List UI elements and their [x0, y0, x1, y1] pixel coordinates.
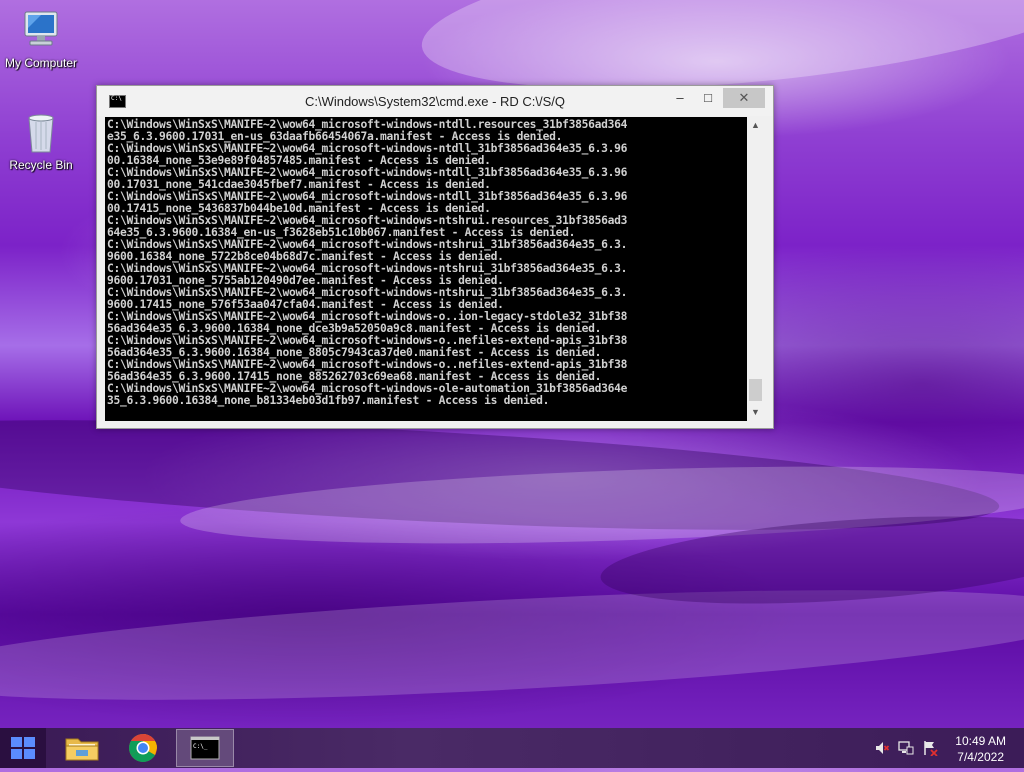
console-text: C:\Windows\WinSxS\MANIFE~2\wow64_microso…: [107, 118, 628, 407]
desktop-icon-recycle-bin[interactable]: Recycle Bin: [0, 110, 82, 172]
desktop-icon-label: Recycle Bin: [9, 158, 73, 172]
taskbar-item-cmd[interactable]: C:\_: [176, 729, 234, 767]
start-button[interactable]: [0, 728, 46, 768]
desktop-icon-label: My Computer: [4, 56, 78, 70]
scroll-down-arrow-icon[interactable]: ▼: [747, 404, 764, 421]
window-titlebar[interactable]: C:\Windows\System32\cmd.exe - RD C:\/S/Q…: [97, 86, 773, 116]
windows-logo-icon: [11, 737, 22, 747]
folder-icon: [65, 738, 99, 761]
taskbar-item-file-explorer[interactable]: [54, 729, 110, 767]
close-button[interactable]: ✕: [723, 88, 765, 108]
taskbar-item-chrome[interactable]: [115, 729, 171, 767]
network-icon[interactable]: [898, 740, 914, 756]
scroll-up-arrow-icon[interactable]: ▲: [747, 117, 764, 134]
system-clock[interactable]: 10:49 AM 7/4/2022: [955, 733, 1006, 765]
wallpaper-wave: [597, 502, 1024, 618]
speaker-muted-icon[interactable]: [874, 740, 890, 756]
cmd-window[interactable]: C:\Windows\System32\cmd.exe - RD C:\/S/Q…: [96, 85, 774, 429]
cmd-icon: C:\_: [190, 736, 220, 760]
clock-time: 10:49 AM: [955, 734, 1006, 748]
taskbar: C:\_ 10:49 AM 7/4/2022: [0, 728, 1024, 768]
clock-date: 7/4/2022: [957, 750, 1004, 764]
scroll-thumb[interactable]: [749, 379, 762, 401]
maximize-button[interactable]: □: [695, 88, 721, 108]
console-output[interactable]: C:\Windows\WinSxS\MANIFE~2\wow64_microso…: [105, 117, 747, 421]
windows-logo-icon: [24, 737, 35, 747]
chrome-icon: [129, 734, 157, 762]
wallpaper-wave: [179, 454, 1024, 556]
svg-text:C:\_: C:\_: [193, 743, 208, 750]
vertical-scrollbar[interactable]: ▲ ▼: [747, 117, 764, 421]
wallpaper-wave: [0, 568, 1024, 722]
windows-logo-icon: [11, 749, 22, 759]
action-center-icon[interactable]: [922, 740, 938, 757]
windows-logo-icon: [24, 749, 35, 759]
minimize-button[interactable]: ‒: [667, 88, 693, 108]
desktop-icon-my-computer[interactable]: My Computer: [0, 8, 82, 70]
recycle-bin-icon: [19, 110, 63, 154]
computer-icon: [19, 8, 63, 52]
